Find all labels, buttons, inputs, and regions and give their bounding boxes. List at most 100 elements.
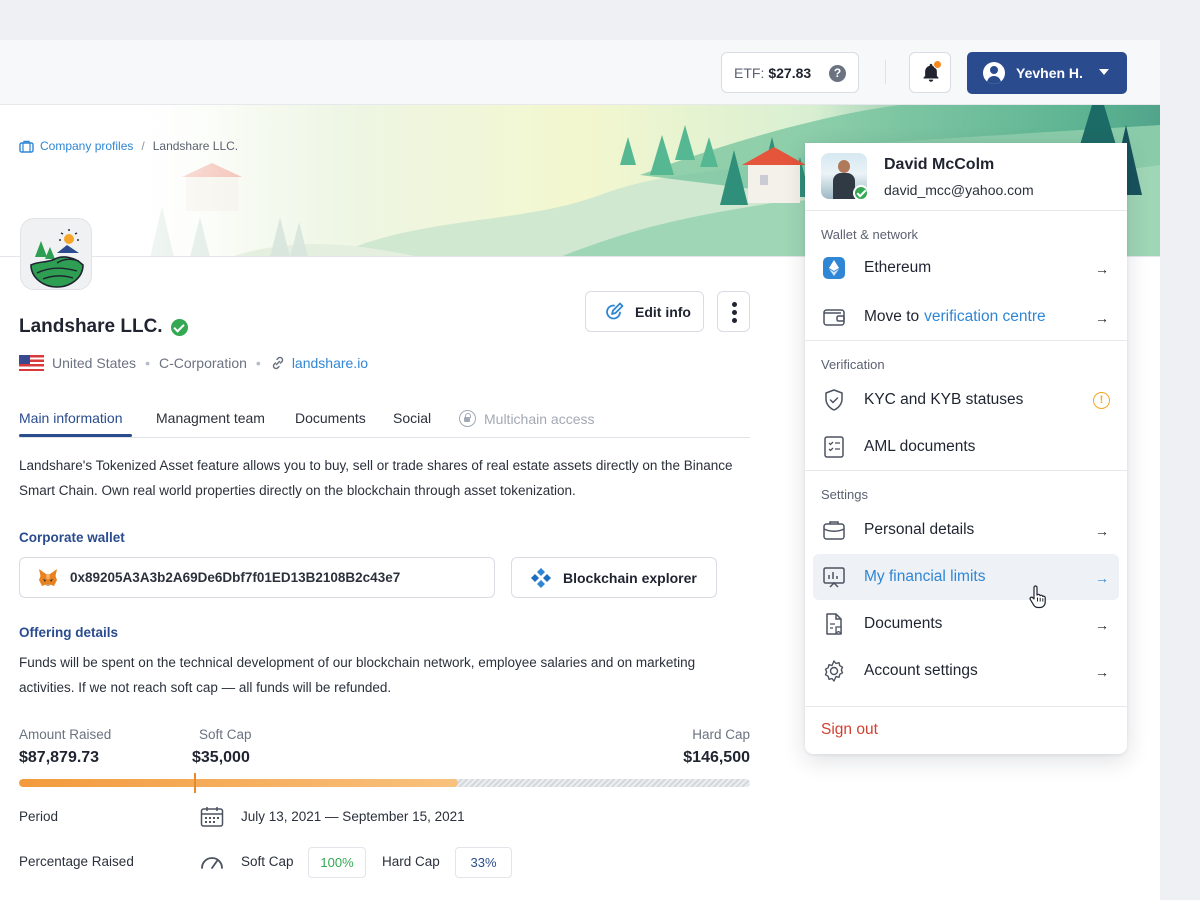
tab-bar: Main information Managment team Document… — [19, 402, 750, 438]
corporate-wallet-title: Corporate wallet — [19, 530, 125, 545]
menu-divider — [805, 340, 1127, 341]
percentage-raised-label: Percentage Raised — [19, 854, 134, 869]
lock-icon — [459, 410, 476, 427]
offering-description: Funds will be spent on the technical dev… — [19, 655, 696, 695]
calendar-icon — [200, 807, 224, 827]
window-background-right — [1160, 0, 1200, 900]
hard-cap-short-label: Hard Cap — [382, 854, 440, 869]
breadcrumb-parent-link[interactable]: Company profiles — [19, 139, 133, 153]
hard-cap-label: Hard Cap — [692, 727, 750, 742]
blockchain-explorer-icon — [531, 567, 551, 588]
menu-item-account-label: Account settings — [864, 662, 978, 679]
breadcrumb-separator: / — [141, 139, 145, 153]
ethereum-icon — [823, 257, 845, 279]
more-icon-dot — [732, 318, 737, 323]
verification-centre-link[interactable]: verification centre — [924, 308, 1045, 326]
funding-progress-bar — [19, 779, 750, 787]
period-value: July 13, 2021 — September 15, 2021 — [241, 809, 465, 824]
wallet-address-field[interactable]: 0x89205A3A3b2A69De6Dbf7f01ED13B2108B2c43… — [19, 557, 495, 598]
user-name: Yevhen H. — [1016, 65, 1083, 81]
speedometer-icon — [201, 857, 223, 869]
hard-cap-value: $146,500 — [683, 749, 750, 766]
document-icon — [826, 613, 842, 635]
company-website: landshare.io — [291, 355, 369, 371]
soft-cap-percent-badge: 100% — [308, 847, 366, 878]
active-tab-indicator — [19, 434, 132, 437]
company-type: C-Corporation — [158, 355, 247, 371]
edit-info-button[interactable]: Edit info — [585, 291, 704, 332]
section-wallet-network: Wallet & network — [821, 227, 919, 242]
sign-out-button[interactable]: Sign out — [821, 721, 878, 739]
breadcrumb-current: Landshare LLC. — [152, 139, 239, 153]
chevron-down-icon — [1099, 69, 1109, 75]
period-label: Period — [19, 809, 59, 824]
help-icon[interactable]: ? — [829, 65, 846, 82]
more-icon — [732, 302, 737, 307]
wallet-address: 0x89205A3A3b2A69De6Dbf7f01ED13B2108B2c43… — [70, 570, 401, 585]
header-divider — [885, 60, 886, 84]
hand-cursor-icon — [1029, 585, 1046, 609]
menu-item-documents[interactable]: Documents → — [813, 601, 1119, 647]
etf-value: $27.83 — [768, 64, 812, 81]
menu-item-ethereum[interactable]: Ethereum → — [813, 245, 1119, 291]
more-options-button[interactable] — [717, 291, 750, 332]
funding-progress-fill — [19, 779, 458, 787]
tab-management-team[interactable]: Managment team — [156, 410, 265, 426]
warning-icon: ! — [1093, 392, 1110, 409]
company-website-link[interactable]: landshare.io — [270, 355, 368, 371]
tab-multichain-label: Multichain access — [484, 410, 595, 427]
us-flag-icon — [19, 355, 44, 371]
blockchain-explorer-button[interactable]: Blockchain explorer — [511, 557, 717, 598]
section-settings: Settings — [821, 487, 868, 502]
presentation-chart-icon — [823, 567, 845, 588]
profile-email: david_mcc@yahoo.com — [884, 182, 1034, 198]
company-meta: United States • C-Corporation • landshar… — [19, 355, 368, 371]
edit-info-label: Edit info — [635, 303, 691, 320]
menu-item-move-label: Move to — [864, 308, 920, 325]
app-window: ETF: $27.83 ? Yevhen H. Company profiles… — [0, 40, 1160, 900]
menu-item-account-settings[interactable]: Account settings → — [813, 648, 1119, 694]
notifications-button[interactable] — [909, 52, 951, 93]
tab-documents[interactable]: Documents — [295, 410, 366, 426]
user-dropdown-menu: David McColm david_mcc@yahoo.com Wallet … — [805, 143, 1127, 754]
etf-price-widget[interactable]: ETF: $27.83 ? — [721, 52, 859, 93]
amount-raised-value: $87,879.73 — [19, 749, 100, 766]
top-bar: ETF: $27.83 ? Yevhen H. — [0, 40, 1160, 105]
company-logo — [20, 218, 92, 290]
company-name: Landshare LLC. — [19, 316, 163, 337]
link-icon — [272, 356, 284, 370]
menu-item-verification-centre[interactable]: Move to verification centre → — [813, 294, 1119, 340]
section-verification: Verification — [821, 357, 885, 372]
menu-item-financial-limits[interactable]: My financial limits → — [813, 554, 1119, 600]
amount-raised-label: Amount Raised — [19, 727, 112, 742]
menu-item-personal-label: Personal details — [864, 521, 975, 538]
notification-badge — [933, 60, 942, 69]
breadcrumb: Company profiles / Landshare LLC. — [19, 139, 238, 153]
arrow-right-icon: → — [1095, 523, 1109, 539]
user-icon — [983, 62, 1005, 84]
shield-check-icon — [825, 389, 843, 411]
tab-main-information[interactable]: Main information — [19, 410, 123, 426]
menu-item-ethereum-label: Ethereum — [864, 259, 932, 276]
arrow-right-icon: → — [1095, 310, 1109, 326]
menu-item-aml-documents[interactable]: AML documents — [813, 424, 1119, 470]
avatar-body — [833, 173, 855, 199]
offering-details-title: Offering details — [19, 625, 119, 640]
menu-item-kyc-kyb[interactable]: KYC and KYB statuses ! — [813, 377, 1119, 423]
briefcase-icon — [19, 140, 34, 153]
menu-divider — [805, 706, 1127, 707]
dropdown-profile: David McColm david_mcc@yahoo.com — [805, 143, 1127, 211]
arrow-right-icon: → — [1095, 664, 1109, 680]
more-icon-dot — [732, 310, 737, 315]
tab-social[interactable]: Social — [393, 410, 431, 426]
arrow-right-icon: → — [1095, 617, 1109, 633]
menu-item-limits-label: My financial limits — [864, 568, 986, 585]
menu-item-documents-label: Documents — [864, 615, 943, 632]
landshare-logo-icon — [30, 229, 84, 288]
menu-item-aml-label: AML documents — [864, 438, 976, 455]
wallet-icon — [823, 309, 845, 326]
user-menu-button[interactable]: Yevhen H. — [967, 52, 1127, 94]
menu-item-personal-details[interactable]: Personal details → — [813, 507, 1119, 553]
tab-multichain-access: Multichain access — [459, 410, 595, 427]
company-title: Landshare LLC. — [19, 316, 188, 338]
